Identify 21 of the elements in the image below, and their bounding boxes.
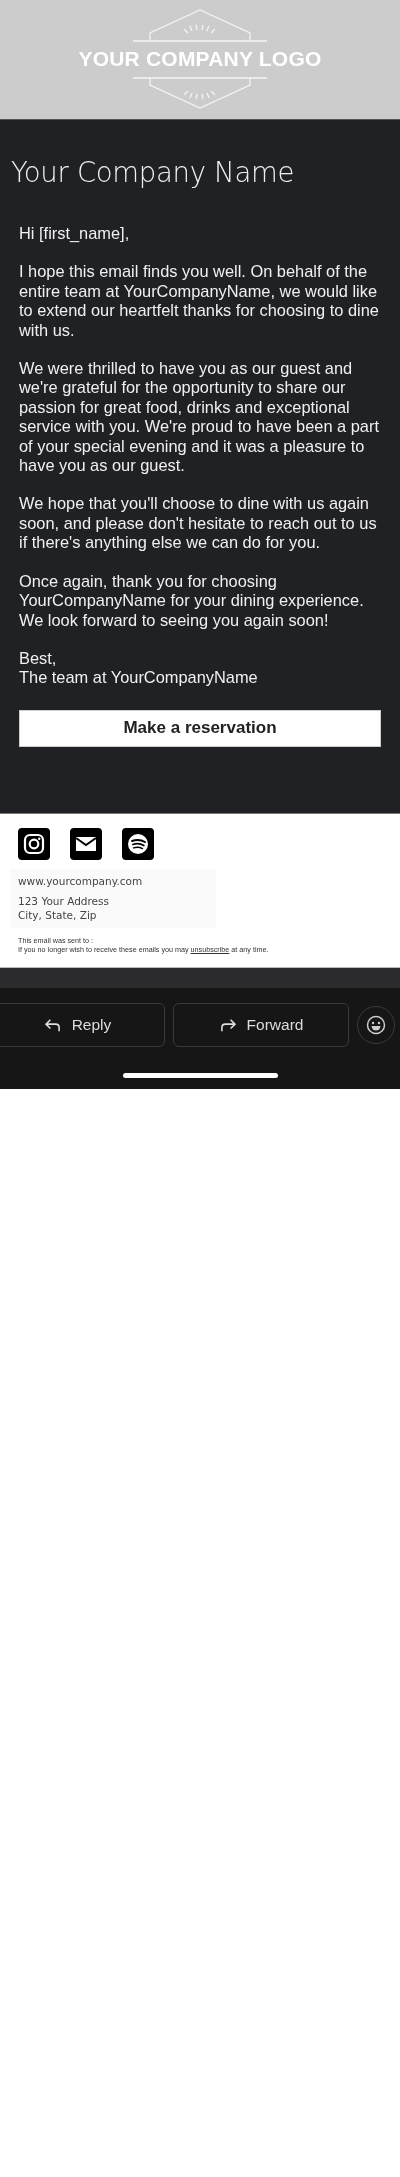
address-line: 123 Your Address [18, 893, 110, 908]
email-paragraph: We hope that you'll choose to dine with us again soon, and please don't hesitate to reach out to us if there's anything else we can do for you. [19, 494, 378, 553]
reply-arrow-icon [43, 1017, 62, 1032]
signoff-line: Best, [19, 648, 58, 668]
email-paragraph: Hi [first_name], [19, 224, 131, 244]
emoji-button[interactable] [357, 1005, 395, 1044]
email-paragraph: We were thrilled to have you as our guest and we're grateful for the opportunity to share our passion for great food, drinks and exceptional service with you. We're proud to have been a part of your special evening and it was a pleasure to have you as our guest. [19, 359, 380, 476]
forward-arrow-icon [218, 1017, 237, 1032]
email-paragraph: I hope this email finds you well. On behalf of the entire team at YourCompanyName, we would like to extend our heartfelt thanks for choosing to dine with us. [19, 262, 380, 341]
address-line: City, State, Zip [18, 907, 98, 922]
website-link[interactable]: www.yourcompany.com [18, 874, 208, 887]
forward-button[interactable]: Forward [173, 1002, 349, 1047]
email-paragraph: Once again, thank you for choosing YourCompanyName for your dining experience. We look forward to seeing you again soon! [19, 571, 365, 630]
spotify-icon[interactable] [122, 827, 154, 860]
company-name: Your Company Name [11, 156, 296, 188]
instagram-icon[interactable] [18, 827, 50, 860]
reply-button[interactable]: Reply [0, 1002, 165, 1047]
smiley-icon [366, 1014, 386, 1035]
mail-icon[interactable] [70, 827, 102, 860]
signoff-line: The team at YourCompanyName [19, 667, 259, 687]
reservation-button[interactable]: Make a reservation [19, 709, 381, 747]
